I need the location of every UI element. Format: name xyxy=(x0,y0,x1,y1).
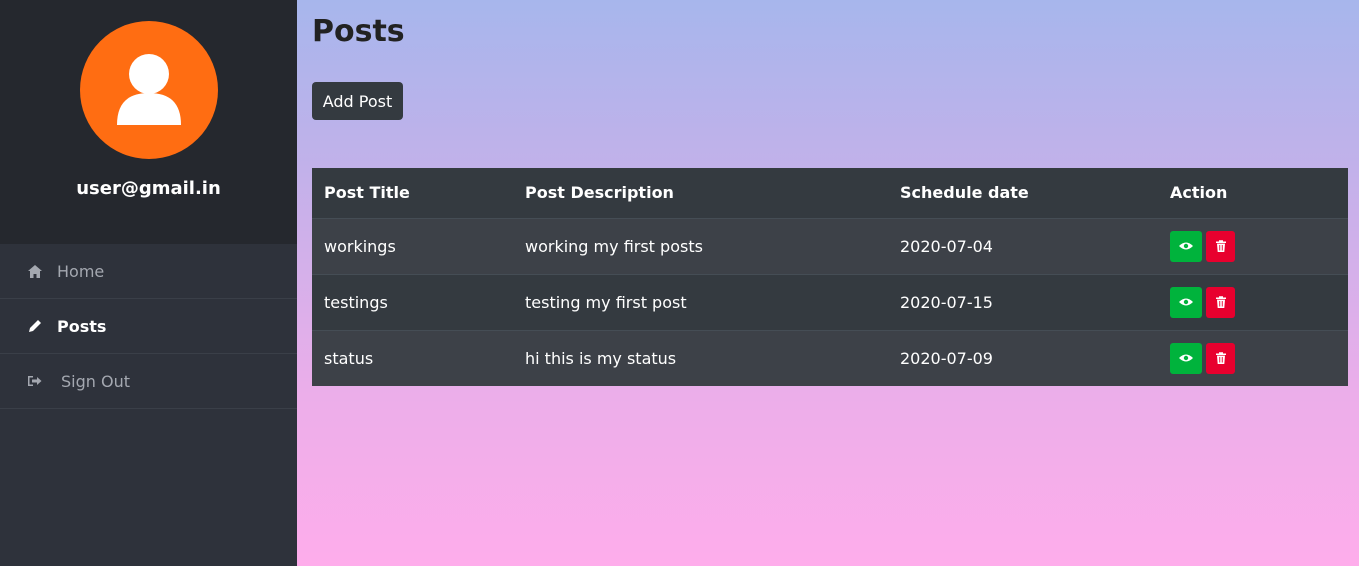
view-post-button[interactable] xyxy=(1170,230,1202,262)
view-post-button[interactable] xyxy=(1170,286,1202,318)
schedule-date-cell: 2020-07-15 xyxy=(888,273,1158,330)
avatar xyxy=(79,21,218,159)
post-title-cell: status xyxy=(312,329,513,386)
schedule-date-cell: 2020-07-09 xyxy=(888,329,1158,386)
delete-post-button[interactable] xyxy=(1206,230,1235,262)
view-post-button[interactable] xyxy=(1170,342,1202,374)
trash-icon xyxy=(1215,352,1226,365)
table-row: status hi this is my status 2020-07-09 xyxy=(312,329,1348,386)
table-row: workings working my first posts 2020-07-… xyxy=(312,217,1348,274)
sidebar-item-label: Sign Out xyxy=(61,371,130,391)
post-description-cell: testing my first post xyxy=(513,273,888,330)
table-row: testings testing my first post 2020-07-1… xyxy=(312,273,1348,330)
eye-icon xyxy=(1179,354,1193,362)
sidebar-item-label: Home xyxy=(57,261,105,281)
table-header-row: Post Title Post Description Schedule dat… xyxy=(312,168,1348,219)
post-title-cell: workings xyxy=(312,217,513,274)
eye-icon xyxy=(1179,298,1193,306)
home-icon xyxy=(27,263,43,279)
delete-post-button[interactable] xyxy=(1206,286,1235,318)
posts-table: Post Title Post Description Schedule dat… xyxy=(312,168,1348,386)
column-header-title: Post Title xyxy=(312,168,513,219)
user-icon xyxy=(116,54,181,125)
post-title-cell: testings xyxy=(312,273,513,330)
delete-post-button[interactable] xyxy=(1206,342,1235,374)
sidebar: user@gmail.in Home Posts Sign Out xyxy=(0,0,297,566)
column-header-description: Post Description xyxy=(513,168,888,219)
sidebar-item-posts[interactable]: Posts xyxy=(0,299,297,354)
main-content: Posts Add Post Post Title Post Descripti… xyxy=(297,0,1359,566)
action-cell xyxy=(1158,273,1348,330)
post-description-cell: hi this is my status xyxy=(513,329,888,386)
post-description-cell: working my first posts xyxy=(513,217,888,274)
user-email: user@gmail.in xyxy=(76,178,221,199)
trash-icon xyxy=(1215,296,1226,308)
action-cell xyxy=(1158,217,1348,274)
trash-icon xyxy=(1215,240,1226,252)
schedule-date-cell: 2020-07-04 xyxy=(888,217,1158,274)
sidebar-item-label: Posts xyxy=(57,316,107,336)
column-header-date: Schedule date xyxy=(888,168,1158,219)
column-header-action: Action xyxy=(1158,168,1348,219)
sidebar-nav: Home Posts Sign Out xyxy=(0,244,297,409)
sign-out-icon xyxy=(27,373,43,389)
pencil-icon xyxy=(27,318,43,334)
action-cell xyxy=(1158,329,1348,386)
page-title: Posts xyxy=(312,14,405,49)
profile-section: user@gmail.in xyxy=(0,0,297,244)
add-post-button[interactable]: Add Post xyxy=(312,82,403,120)
sidebar-item-sign-out[interactable]: Sign Out xyxy=(0,354,297,409)
sidebar-item-home[interactable]: Home xyxy=(0,244,297,299)
eye-icon xyxy=(1179,242,1193,250)
